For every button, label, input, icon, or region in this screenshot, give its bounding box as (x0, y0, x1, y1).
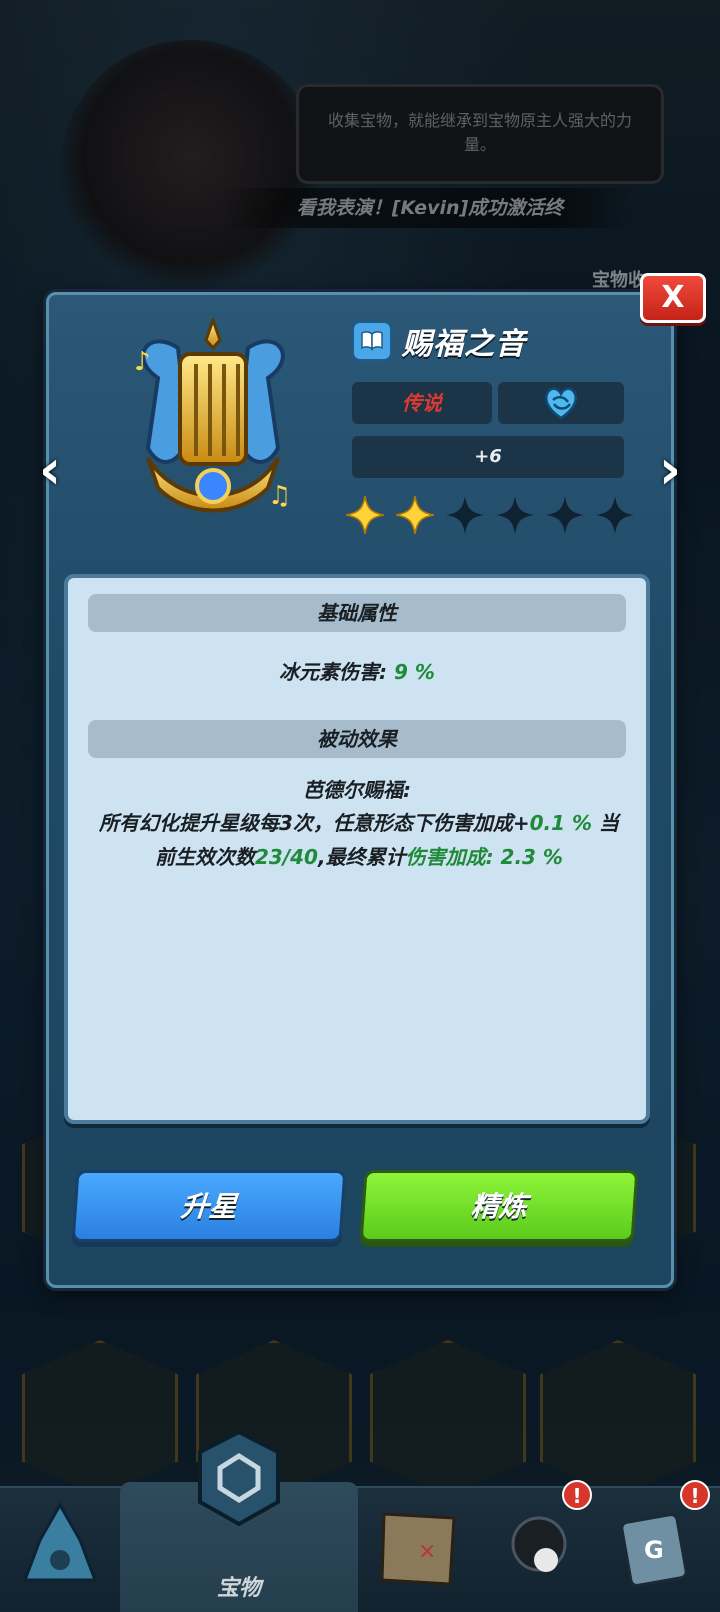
notification-badge: ! (680, 1480, 710, 1510)
svg-text:×: × (418, 1539, 436, 1564)
passive-count: 23/40 (255, 845, 318, 869)
nav-tab-map[interactable]: × (360, 1488, 478, 1612)
stat-value: 9 % (394, 660, 435, 684)
star-empty-icon (546, 496, 584, 534)
svg-text:G: G (644, 1536, 664, 1564)
treasure-tab-icon (198, 1430, 280, 1526)
treasure-title-row: 赐福之音 (352, 318, 526, 364)
harp-treasure-icon: ♪ ♫ (134, 318, 291, 513)
rarity-badge: 传说 (352, 382, 492, 424)
book-icon[interactable] (352, 321, 392, 361)
upgrade-star-button[interactable]: 升星 (71, 1170, 347, 1242)
passive-description: 所有幻化提升星级每3次，任意形态下伤害加成+0.1 % 当前生效次数23/40,… (94, 806, 624, 874)
ice-element-icon (544, 387, 578, 420)
ice-crystal-icon (22, 1501, 98, 1582)
passive-value: 0.1 % (529, 811, 593, 835)
passive-total: 伤害加成: 2.3 % (405, 845, 563, 869)
treasure-name: 赐福之音 (402, 327, 526, 362)
svg-text:♪: ♪ (134, 347, 151, 377)
star-rating (344, 494, 636, 536)
stat-label: 冰元素伤害: (279, 660, 395, 684)
prev-treasure-arrow[interactable]: ‹ (30, 440, 70, 500)
notification-badge: ! (562, 1480, 592, 1510)
passive-effect-header: 被动效果 (88, 720, 626, 758)
shop-card-icon: G (620, 1513, 688, 1587)
nav-tab-treasure[interactable]: 宝物 (120, 1430, 358, 1612)
next-treasure-arrow[interactable]: › (650, 440, 690, 500)
refine-button[interactable]: 精炼 (359, 1170, 639, 1242)
nav-tab-shop[interactable]: G ! (600, 1480, 718, 1612)
bottom-navigation: 宝物 × ! G ! (0, 1430, 720, 1612)
svg-text:♫: ♫ (268, 481, 291, 511)
passive-name: 芭德尔赐福: (303, 778, 411, 802)
nav-label-treasure: 宝物 (216, 1576, 261, 1601)
star-empty-icon (446, 496, 484, 534)
nav-tab-hero[interactable] (0, 1488, 118, 1612)
base-attributes-header: 基础属性 (88, 594, 626, 632)
close-button[interactable]: X (640, 273, 706, 323)
star-filled-icon (345, 495, 385, 535)
element-badge (498, 382, 624, 424)
star-empty-icon (496, 496, 534, 534)
refine-level: +6 (352, 436, 624, 478)
character-icon (511, 1516, 567, 1572)
ice-damage-stat: 冰元素伤害: 9 % (68, 656, 646, 685)
passive-desc-text: ,最终累计 (317, 845, 406, 869)
star-empty-icon (596, 496, 634, 534)
passive-desc-text: 所有幻化提升星级每3次，任意形态下伤害加成+ (98, 811, 530, 835)
attributes-panel: 基础属性 冰元素伤害: 9 % 被动效果 芭德尔赐福: 所有幻化提升星级每3次，… (64, 574, 650, 1124)
nav-tab-character[interactable]: ! (480, 1480, 598, 1612)
map-scroll-icon: × (380, 1512, 456, 1586)
star-filled-icon (395, 495, 435, 535)
